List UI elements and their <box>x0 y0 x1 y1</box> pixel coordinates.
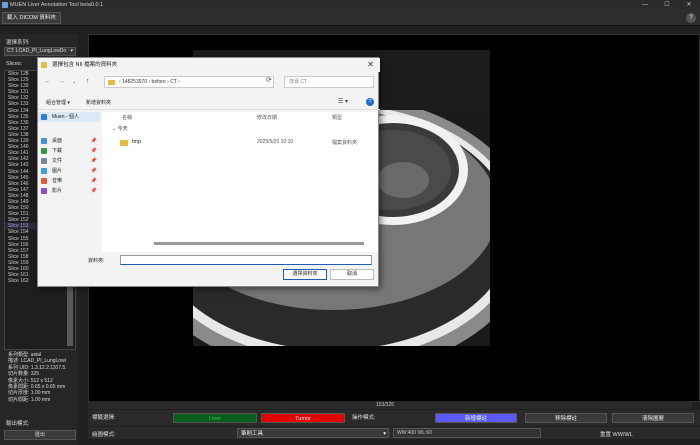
cancel-button[interactable]: 取消 <box>330 269 374 280</box>
chevron-down-icon: ▾ <box>70 48 73 54</box>
minimize-button[interactable]: — <box>634 0 656 10</box>
app-logo-icon <box>2 2 8 8</box>
operation-mode-label: 操作模式: <box>352 415 376 421</box>
series-label: 選擇系列: <box>6 40 30 46</box>
refresh-icon[interactable]: ⟳ <box>266 76 272 84</box>
select-folder-button[interactable]: 選擇資料夾 <box>283 269 327 280</box>
nav-item[interactable]: 文件 📌 <box>38 156 100 166</box>
column-name[interactable]: 名稱 <box>122 114 132 121</box>
chevron-down-icon[interactable]: ⌄ <box>72 79 76 85</box>
series-value: CT: LCAD_PI_LungLowDo <box>7 48 67 54</box>
nav-item-label: 下載 <box>52 148 63 154</box>
load-dicom-button[interactable]: 載入 DICOM 資料夾 <box>2 12 61 24</box>
path-segment[interactable]: 148253970 <box>122 79 147 85</box>
help-icon[interactable]: ? <box>366 98 374 106</box>
path-segment[interactable]: before <box>152 79 166 85</box>
new-annotation-button[interactable]: 新增標註 <box>435 413 517 423</box>
output-mode-label: 輸出模式: <box>6 421 30 427</box>
file-row[interactable]: tmp 2025/5/20 10:10 檔案資料夾 <box>112 138 376 148</box>
column-type[interactable]: 類型 <box>332 114 342 121</box>
nav-item-label: 音樂 <box>52 178 63 184</box>
videos-icon <box>41 188 47 194</box>
pin-icon: 📌 <box>90 138 97 144</box>
folder-label: 資料夾: <box>88 258 105 264</box>
window-controls: — ☐ ✕ <box>634 0 700 10</box>
export-button[interactable]: 匯出 <box>4 430 76 440</box>
nav-item[interactable]: 下載 📌 <box>38 146 100 156</box>
liver-button[interactable]: Liver <box>173 413 257 423</box>
group-header[interactable]: ⌄ 今天 <box>112 125 128 132</box>
pin-icon: 📌 <box>90 178 97 184</box>
cloud-icon <box>41 114 47 120</box>
address-bar[interactable]: › 148253970 › before › CT › <box>104 76 274 88</box>
clear-layer-button[interactable]: 清除圖層 <box>612 413 694 423</box>
nav-item[interactable]: 音樂 📌 <box>38 176 100 186</box>
file-type: 檔案資料夾 <box>332 140 358 146</box>
file-list: 名稱 修改日期 類型 ⌄ 今天 tmp 2025/5/20 10:10 檔案資料… <box>102 112 378 252</box>
slice-counter: 153/325 <box>375 402 395 408</box>
address-path: › 148253970 › before › CT › <box>119 79 180 85</box>
folder-icon <box>41 62 47 68</box>
path-segment[interactable]: CT <box>170 79 177 85</box>
file-name: tmp <box>132 139 142 145</box>
label-type-label: 標籤選擇: <box>92 415 116 421</box>
brush-tool-select[interactable]: 筆刷工具 ▾ <box>237 428 389 438</box>
documents-icon <box>41 158 47 164</box>
music-icon <box>41 178 47 184</box>
brush-tool-value: 筆刷工具 <box>241 431 264 437</box>
draw-mode-label: 繪圖模式: <box>92 432 116 438</box>
nav-item-label: 影片 <box>52 188 63 194</box>
window-title: MUEN Liver Annotation Tool beta0.0.1 <box>10 2 104 8</box>
pin-icon: 📌 <box>90 148 97 154</box>
slices-label: Slices: <box>6 61 23 67</box>
nav-item-label: 圖片 <box>52 168 63 174</box>
nav-item-label: 文件 <box>52 158 63 164</box>
folder-input[interactable] <box>120 255 372 265</box>
group-label: 今天 <box>117 126 128 132</box>
pin-icon: 📌 <box>90 168 97 174</box>
dialog-title: 選擇包含 NII 檔案的資料夾 <box>38 58 380 72</box>
forward-icon[interactable]: → <box>58 78 65 85</box>
remove-annotation-button[interactable]: 移除標註 <box>525 413 607 423</box>
info-line: 切片間距: 1.00 mm <box>8 396 51 403</box>
nav-item[interactable]: 影片 📌 <box>38 186 100 196</box>
back-icon[interactable]: ← <box>44 78 51 85</box>
download-icon <box>41 148 47 154</box>
folder-icon <box>108 80 115 85</box>
close-button[interactable]: ✕ <box>678 0 700 10</box>
folder-icon <box>120 140 128 146</box>
title-bar: MUEN Liver Annotation Tool beta0.0.1 <box>0 0 700 10</box>
pictures-icon <box>41 168 47 174</box>
view-options-icon[interactable]: ☰ ▾ <box>338 98 348 105</box>
maximize-button[interactable]: ☐ <box>656 0 678 10</box>
pin-icon: 📌 <box>90 158 97 164</box>
reset-ww-wl-button[interactable]: 重置 WW/WL <box>600 430 633 438</box>
new-folder-button[interactable]: 新增資料夾 <box>86 99 111 106</box>
up-icon[interactable]: ↑ <box>86 78 90 85</box>
nav-item[interactable]: Muen - 個人 <box>38 112 100 122</box>
dialog-close-button[interactable]: ✕ <box>367 60 374 69</box>
chevron-down-icon: ▾ <box>383 431 386 437</box>
toolbar <box>0 10 700 26</box>
navigation-pane: Muen - 個人 桌面 📌 下載 📌 文件 📌 圖片 📌 音樂 📌 影片 📌 <box>38 112 100 252</box>
ww-wl-display: WW:400 WL:60 <box>393 428 541 438</box>
pin-icon: 📌 <box>90 188 97 194</box>
column-date[interactable]: 修改日期 <box>257 114 277 121</box>
nav-item-label: 桌面 <box>52 138 63 144</box>
search-input[interactable]: 搜尋 CT <box>284 76 374 88</box>
tumor-button[interactable]: Tumor <box>261 413 345 423</box>
nav-item-label: Muen - 個人 <box>52 114 79 120</box>
series-select[interactable]: CT: LCAD_PI_LungLowDo ▾ <box>4 47 76 56</box>
horizontal-scrollbar[interactable] <box>154 242 364 245</box>
desktop-icon <box>41 138 47 144</box>
nav-item[interactable]: 桌面 📌 <box>38 136 100 146</box>
series-info: 系列類型: axial 描述: LCAD_PI_LungLowl 系列 UID: 1… <box>8 352 78 403</box>
organize-button[interactable]: 組合管理 ▾ <box>46 99 70 106</box>
help-button[interactable]: ? <box>686 13 696 23</box>
folder-dialog: 選擇包含 NII 檔案的資料夾 ✕ ← → ⌄ ↑ › 148253970 › … <box>37 57 380 287</box>
nav-item[interactable]: 圖片 📌 <box>38 166 100 176</box>
file-date: 2025/5/20 10:10 <box>257 139 294 145</box>
